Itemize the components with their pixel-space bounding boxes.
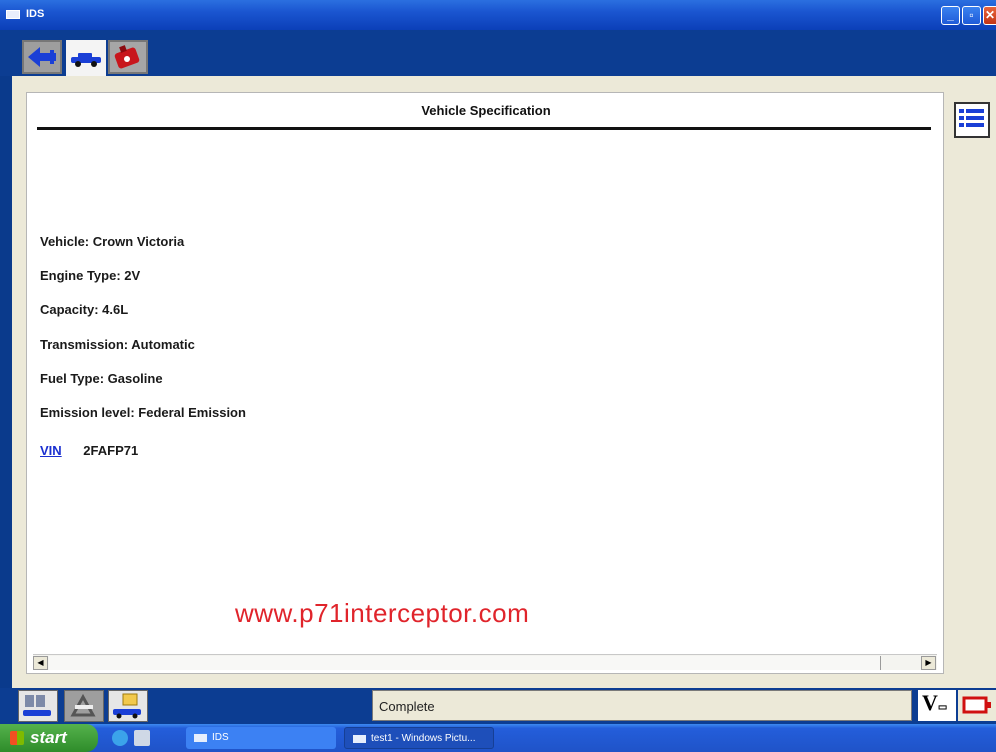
spec-vin: VIN 2FAFP71 bbox=[40, 443, 138, 458]
title-bar: IDS _ ▫ ✕ bbox=[0, 0, 996, 30]
spec-value: 4.6L bbox=[102, 302, 129, 317]
start-label: start bbox=[30, 728, 67, 747]
vehicle-session-button[interactable] bbox=[18, 690, 58, 722]
vehicle-icon bbox=[71, 53, 101, 67]
taskbar-item-label: test1 - Windows Pictu... bbox=[371, 733, 476, 744]
scroll-right-button[interactable]: ▶ bbox=[921, 656, 936, 670]
battery-mini-icon: ▭ bbox=[937, 702, 948, 713]
list-icon bbox=[959, 109, 984, 127]
voltage-indicator: V▭ bbox=[918, 690, 956, 721]
taskbar-item-picture-viewer[interactable]: test1 - Windows Pictu... bbox=[344, 727, 494, 749]
minimize-icon: _ bbox=[947, 8, 954, 22]
spec-vehicle: Vehicle: Crown Victoria bbox=[40, 234, 184, 249]
arrow-left-icon: ◀ bbox=[37, 658, 44, 667]
work-area: Vehicle Specification Vehicle: Crown Vic… bbox=[12, 76, 996, 688]
status-text: Complete bbox=[379, 699, 435, 714]
vehicle-tab[interactable] bbox=[66, 40, 106, 76]
list-view-button[interactable] bbox=[954, 102, 990, 138]
spec-value: Automatic bbox=[131, 337, 195, 352]
battery-icon bbox=[962, 696, 991, 714]
spec-label: Fuel Type: bbox=[40, 371, 105, 386]
title-divider bbox=[37, 127, 931, 130]
main-toolbar bbox=[0, 30, 996, 76]
start-button[interactable]: start bbox=[0, 724, 98, 752]
windows-logo-icon bbox=[10, 731, 24, 745]
spec-value: Crown Victoria bbox=[92, 234, 185, 249]
vehicle-session-icon bbox=[23, 695, 51, 716]
close-icon: ✕ bbox=[984, 8, 996, 22]
spec-label: Engine Type: bbox=[40, 268, 121, 283]
show-desktop-icon[interactable] bbox=[134, 730, 150, 746]
spec-capacity: Capacity: 4.6L bbox=[40, 302, 128, 317]
vehicle-specification-panel: Vehicle Specification Vehicle: Crown Vic… bbox=[26, 92, 944, 674]
spec-value: Federal Emission bbox=[138, 405, 246, 420]
internet-explorer-icon[interactable] bbox=[112, 730, 128, 746]
back-arrow-icon bbox=[28, 47, 56, 67]
window-icon bbox=[194, 734, 207, 742]
maximize-icon: ▫ bbox=[969, 8, 974, 22]
spec-label: Capacity: bbox=[40, 302, 99, 317]
spec-label: Emission level: bbox=[40, 405, 135, 420]
os-taskbar: start IDS test1 - Windows Pictu... bbox=[0, 724, 996, 752]
scroll-left-button[interactable]: ◀ bbox=[33, 656, 48, 670]
toolbox-icon bbox=[70, 693, 96, 717]
watermark-text: www.p71interceptor.com bbox=[235, 598, 530, 628]
vehicle-folder-icon bbox=[113, 693, 141, 719]
spec-fuel-type: Fuel Type: Gasoline bbox=[40, 371, 163, 386]
close-button[interactable]: ✕ bbox=[983, 6, 996, 25]
spec-label: Vehicle: bbox=[40, 234, 90, 249]
window-icon bbox=[6, 10, 20, 19]
engine-icon bbox=[114, 45, 140, 69]
spec-transmission: Transmission: Automatic bbox=[40, 337, 195, 352]
vehicle-folder-button[interactable] bbox=[108, 690, 148, 722]
vin-value: 2FAFP71 bbox=[83, 443, 139, 458]
scroll-thumb[interactable] bbox=[49, 656, 881, 670]
minimize-button[interactable]: _ bbox=[941, 6, 960, 25]
panel-title: Vehicle Specification bbox=[421, 103, 551, 118]
vin-link[interactable]: VIN bbox=[40, 443, 62, 458]
voltage-label: V bbox=[922, 690, 938, 715]
back-button[interactable] bbox=[22, 40, 62, 74]
spec-label: Transmission: bbox=[40, 337, 129, 352]
battery-status bbox=[958, 690, 996, 721]
horizontal-scrollbar[interactable]: ◀ ▶ bbox=[33, 654, 937, 670]
arrow-right-icon: ▶ bbox=[925, 658, 932, 667]
status-bar: Complete V▭ bbox=[0, 688, 996, 724]
spec-emission-level: Emission level: Federal Emission bbox=[40, 405, 246, 420]
engine-tab[interactable] bbox=[108, 40, 148, 74]
spec-value: 2V bbox=[124, 268, 141, 283]
window-title: IDS bbox=[26, 8, 45, 20]
taskbar-item-ids[interactable]: IDS bbox=[186, 727, 336, 749]
spec-value: Gasoline bbox=[107, 371, 163, 386]
toolbox-button[interactable] bbox=[64, 690, 104, 722]
taskbar-item-label: IDS bbox=[212, 732, 229, 743]
spec-engine-type: Engine Type: 2V bbox=[40, 268, 140, 283]
maximize-button[interactable]: ▫ bbox=[962, 6, 981, 25]
status-field: Complete bbox=[372, 690, 912, 721]
picture-viewer-icon bbox=[353, 735, 366, 743]
